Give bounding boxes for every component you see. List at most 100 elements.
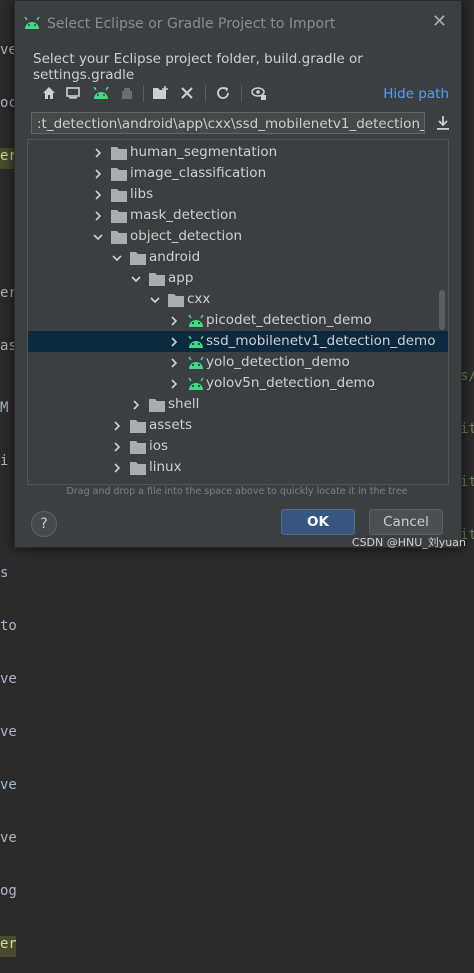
chevron-right-icon[interactable] [92, 142, 104, 163]
chevron-right-icon[interactable] [168, 352, 180, 373]
tree-item[interactable]: cxx [28, 289, 448, 310]
tree-item[interactable]: ssd_mobilenetv1_detection_demo [28, 331, 448, 352]
path-input[interactable]: :t_detection\android\app\cxx\ssd_mobilen… [31, 112, 425, 134]
tree-item-label: yolov5n_detection_demo [206, 375, 375, 391]
toolbar-separator [241, 85, 242, 102]
chevron-right-icon[interactable] [92, 163, 104, 184]
cancel-button[interactable]: Cancel [369, 509, 443, 535]
watermark: CSDN @HNU_刘yuan [351, 536, 466, 549]
path-row: :t_detection\android\app\cxx\ssd_mobilen… [31, 112, 451, 136]
chevron-right-icon[interactable] [92, 205, 104, 226]
delete-icon[interactable] [177, 83, 197, 103]
tree-item-label: shell [168, 396, 200, 412]
background-editor-right: s/ it it it [460, 336, 474, 564]
bg-frag: it [460, 421, 474, 437]
tree-item-label: object_detection [130, 228, 243, 244]
home-icon[interactable] [39, 83, 59, 103]
hide-path-link[interactable]: Hide path [383, 86, 449, 102]
tree-item[interactable]: ios [28, 436, 448, 457]
tree-item[interactable]: yolov5n_detection_demo [28, 373, 448, 394]
tree-item-label: yolo_detection_demo [206, 354, 350, 370]
android-module-icon [187, 334, 204, 348]
folder-icon [111, 145, 127, 160]
bg-frag: s [0, 565, 9, 581]
folder-icon [111, 166, 127, 181]
tree-item-label: human_segmentation [130, 144, 278, 160]
chevron-right-icon[interactable] [168, 373, 180, 394]
tree-item[interactable]: picodet_detection_demo [28, 310, 448, 331]
tree-item-label: app [168, 270, 194, 286]
bg-frag: to [0, 618, 16, 634]
tree-item[interactable]: mask_detection [28, 205, 448, 226]
tree-scrollbar[interactable] [439, 290, 445, 330]
folder-icon [149, 271, 165, 286]
tree-item[interactable]: image_classification [28, 163, 448, 184]
bg-frag: ve [0, 671, 16, 687]
tree-item[interactable]: assets [28, 415, 448, 436]
bg-frag: er [0, 936, 16, 957]
tree-item[interactable]: app [28, 268, 448, 289]
tree-item[interactable]: object_detection [28, 226, 448, 247]
chevron-right-icon[interactable] [130, 394, 142, 415]
folder-icon [130, 418, 146, 433]
folder-icon [168, 292, 184, 307]
new-folder-icon[interactable] [151, 83, 171, 103]
chevron-down-icon[interactable] [111, 247, 123, 268]
folder-icon [111, 208, 127, 223]
dialog-titlebar: Select Eclipse or Gradle Project to Impo… [15, 1, 461, 45]
dialog-title: Select Eclipse or Gradle Project to Impo… [47, 16, 336, 32]
folder-icon [130, 250, 146, 265]
ok-button[interactable]: OK [281, 509, 355, 535]
bg-frag: s/ [460, 368, 474, 384]
tree-item-label: cxx [187, 291, 211, 307]
folder-icon [130, 439, 146, 454]
tree-item-label: android [149, 249, 201, 265]
tree-item[interactable]: shell [28, 394, 448, 415]
refresh-icon[interactable] [213, 83, 233, 103]
tree-item[interactable]: human_segmentation [28, 142, 448, 163]
tree-item[interactable]: android [28, 247, 448, 268]
android-icon[interactable] [91, 83, 111, 103]
chevron-down-icon[interactable] [130, 268, 142, 289]
android-logo-icon [23, 15, 41, 34]
tree-item-label: ios [149, 438, 169, 454]
tree-item[interactable]: yolo_detection_demo [28, 352, 448, 373]
tree-item-label: picodet_detection_demo [206, 312, 372, 328]
android-module-icon [187, 376, 204, 390]
chevron-down-icon[interactable] [92, 226, 104, 247]
folder-icon [130, 460, 146, 475]
chevron-right-icon[interactable] [111, 415, 123, 436]
module-icon[interactable] [117, 83, 137, 103]
file-tree[interactable]: human_segmentation image_classificationli… [27, 139, 449, 485]
tree-item-label: linux [149, 459, 182, 475]
tree-item-label: image_classification [130, 165, 267, 181]
toolbar-separator [143, 85, 144, 102]
tree-item-label: ssd_mobilenetv1_detection_demo [206, 333, 436, 349]
close-icon[interactable]: ✕ [432, 11, 447, 32]
tree-item-label: assets [149, 417, 192, 433]
android-module-icon [187, 313, 204, 327]
chevron-right-icon[interactable] [111, 436, 123, 457]
bg-frag: og [0, 883, 16, 899]
chevron-right-icon[interactable] [168, 310, 180, 331]
file-chooser-toolbar: Hide path [31, 79, 451, 107]
help-button[interactable]: ? [31, 511, 57, 537]
show-hidden-icon[interactable] [249, 83, 269, 103]
toolbar-separator [205, 85, 206, 102]
chevron-right-icon[interactable] [111, 457, 123, 478]
bg-frag: ve [0, 777, 16, 793]
tree-item[interactable]: libs [28, 184, 448, 205]
bg-frag: ve [0, 830, 16, 846]
tree-item[interactable]: linux [28, 457, 448, 478]
import-project-dialog: Select Eclipse or Gradle Project to Impo… [14, 0, 462, 548]
bg-frag: ve [0, 724, 16, 740]
folder-icon [111, 187, 127, 202]
tree-item-label: libs [130, 186, 154, 202]
chevron-right-icon[interactable] [168, 331, 180, 352]
download-icon[interactable] [435, 114, 451, 136]
folder-icon [149, 397, 165, 412]
chevron-right-icon[interactable] [92, 184, 104, 205]
chevron-down-icon[interactable] [149, 289, 161, 310]
folder-icon [111, 229, 127, 244]
desktop-icon[interactable] [63, 83, 83, 103]
